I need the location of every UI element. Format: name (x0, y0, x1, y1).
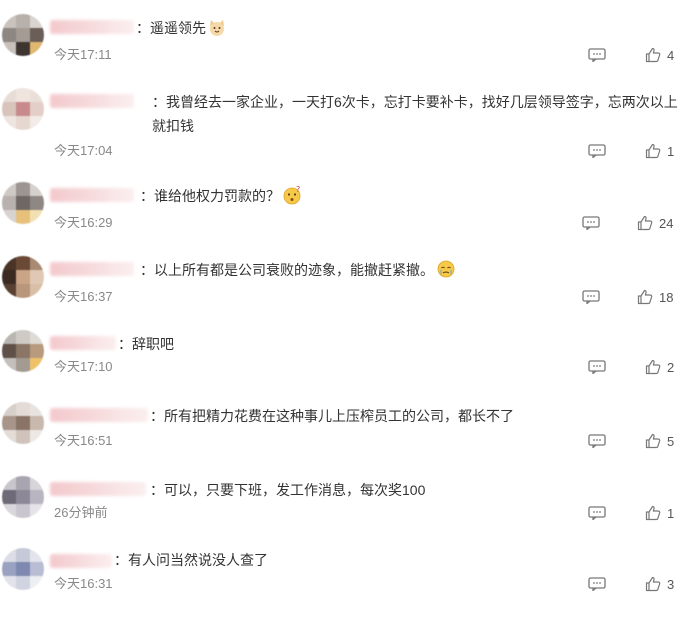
username[interactable] (50, 336, 116, 350)
username[interactable] (50, 482, 146, 496)
like-button[interactable]: 3 (645, 575, 674, 593)
comment-time: 今天16:51 (54, 433, 113, 448)
comment-3: ：谁给他权力罚款的？? 今天16:29 24 (0, 182, 700, 242)
cat-face-emoji-icon (208, 19, 226, 37)
comment-text: ：遥遥领先 (136, 20, 206, 36)
avatar[interactable] (2, 548, 44, 590)
comment-6: ：所有把精力花费在这种事儿上压榨员工的公司，都长不了 今天16:51 5 (0, 402, 700, 462)
username[interactable] (50, 554, 112, 568)
crying-face-emoji-icon (436, 259, 455, 278)
comment-text: ：辞职吧 (118, 336, 174, 352)
like-button[interactable]: 1 (645, 142, 674, 160)
comment-text: ：可以，只要下班，发工作消息，每次奖100 (150, 482, 426, 498)
like-count: 24 (659, 215, 674, 231)
comment-5: ：辞职吧 今天17:10 2 (0, 330, 700, 390)
comment-time: 今天17:04 (54, 143, 113, 158)
avatar[interactable] (2, 476, 44, 518)
comment-text: ：有人问当然说没人查了 (114, 552, 268, 568)
comment-time: 今天16:29 (54, 215, 113, 230)
avatar[interactable] (2, 256, 44, 298)
comment-4: ：以上所有都是公司衰败的迹象，能撤赶紧撤。 今天16:37 18 (0, 256, 700, 316)
comment-text: ：谁给他权力罚款的？ (140, 188, 280, 204)
thumbs-up-icon (645, 143, 661, 159)
reply-icon[interactable] (588, 360, 606, 374)
like-count: 4 (667, 47, 675, 63)
comment-time: 今天16:31 (54, 576, 113, 591)
like-button[interactable]: 18 (637, 288, 673, 306)
thumbs-up-icon (645, 359, 661, 375)
svg-text:?: ? (296, 185, 300, 194)
username[interactable] (50, 188, 134, 202)
comment-time: 今天16:37 (54, 289, 113, 304)
like-count: 18 (659, 289, 674, 305)
comment-1: ：遥遥领先 今天17:11 4 (0, 14, 700, 74)
avatar[interactable] (2, 182, 44, 224)
thumbs-up-icon (645, 433, 661, 449)
thumbs-up-icon (637, 215, 653, 231)
like-button[interactable]: 5 (645, 432, 674, 450)
like-count: 3 (667, 576, 675, 592)
reply-icon[interactable] (582, 216, 600, 230)
reply-icon[interactable] (588, 506, 606, 520)
like-button[interactable]: 4 (645, 46, 674, 64)
avatar[interactable] (2, 402, 44, 444)
like-count: 2 (667, 359, 675, 375)
like-count: 5 (667, 433, 675, 449)
thumbs-up-icon (645, 47, 661, 63)
username[interactable] (50, 408, 148, 422)
thinking-face-emoji-icon: ? (282, 185, 301, 205)
comment-text: ：我曾经去一家企业，一天打6次卡，忘打卡要补卡，找好几层领导签字，忘两次以上就扣… (152, 94, 678, 134)
comment-time: 26分钟前 (54, 505, 108, 520)
like-count: 1 (667, 505, 675, 521)
reply-icon[interactable] (588, 48, 606, 62)
comment-text: ：以上所有都是公司衰败的迹象，能撤赶紧撤。 (140, 262, 434, 278)
username[interactable] (50, 20, 134, 34)
username[interactable] (50, 262, 134, 276)
comment-2: ：我曾经去一家企业，一天打6次卡，忘打卡要补卡，找好几层领导签字，忘两次以上就扣… (0, 88, 700, 168)
thumbs-up-icon (645, 576, 661, 592)
reply-icon[interactable] (588, 577, 606, 591)
thumbs-up-icon (645, 505, 661, 521)
comment-8: ：有人问当然说没人查了 今天16:31 3 (0, 548, 700, 608)
reply-icon[interactable] (588, 144, 606, 158)
like-button[interactable]: 24 (637, 214, 673, 232)
like-count: 1 (667, 143, 675, 159)
thumbs-up-icon (637, 289, 653, 305)
like-button[interactable]: 1 (645, 504, 674, 522)
comment-text: ：所有把精力花费在这种事儿上压榨员工的公司，都长不了 (150, 408, 514, 424)
comment-time: 今天17:10 (54, 359, 113, 374)
reply-icon[interactable] (582, 290, 600, 304)
comment-time: 今天17:11 (54, 47, 112, 62)
comment-7: ：可以，只要下班，发工作消息，每次奖100 26分钟前 1 (0, 476, 700, 536)
avatar[interactable] (2, 330, 44, 372)
avatar[interactable] (2, 14, 44, 56)
reply-icon[interactable] (588, 434, 606, 448)
like-button[interactable]: 2 (645, 358, 674, 376)
